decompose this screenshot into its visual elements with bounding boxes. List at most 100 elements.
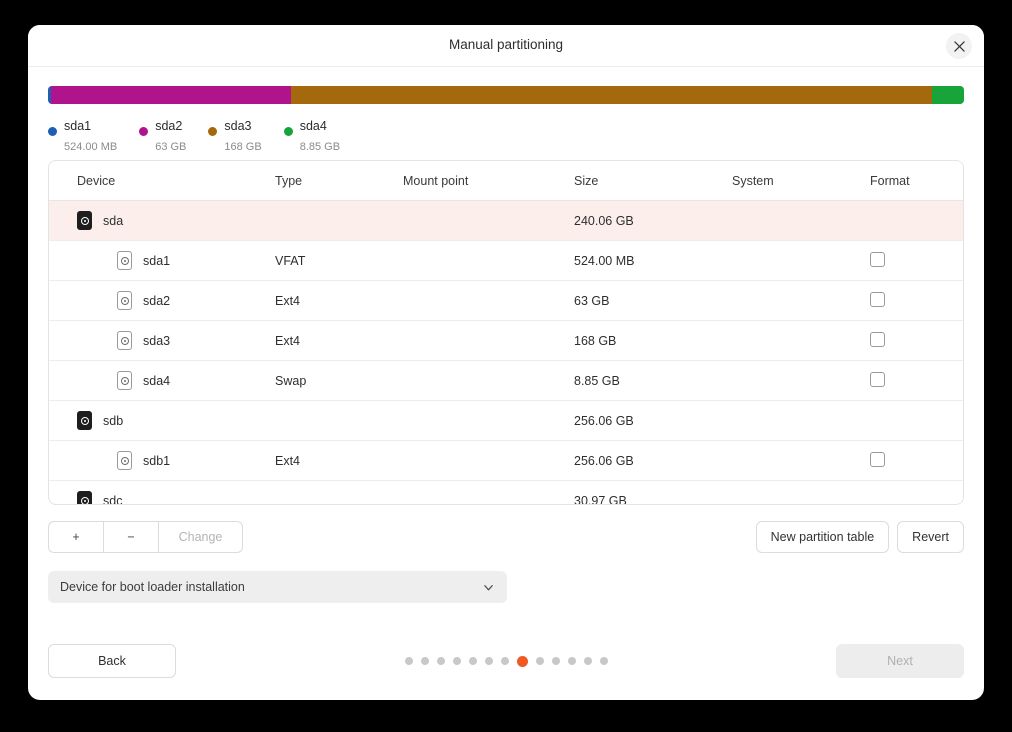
device-name: sda3: [143, 333, 171, 348]
table-row[interactable]: sda 240.06 GB: [49, 200, 963, 241]
format-checkbox[interactable]: [870, 251, 885, 267]
partition-edit-button-group: + − Change: [48, 521, 243, 553]
cell-size: 30.97 GB: [574, 480, 732, 504]
cell-system: [732, 240, 870, 281]
column-header-system: System: [732, 161, 870, 201]
table-row[interactable]: sdb 256.06 GB: [49, 400, 963, 441]
dialog-body: sda1 524.00 MB sda2 63 GB sda3 168 GB sda4 8.85…: [28, 67, 984, 622]
legend-text: sda1 524.00 MB: [64, 116, 117, 156]
device-cell-content: sdb1: [77, 451, 275, 470]
disk-partition-icon: [117, 251, 132, 270]
table-row[interactable]: sda2 Ext4 63 GB: [49, 280, 963, 321]
legend-dot-sda4: [283, 127, 293, 136]
revert-button[interactable]: Revert: [897, 521, 964, 553]
close-button[interactable]: [946, 33, 972, 59]
disk-partition-icon: [117, 331, 132, 350]
device-name: sda4: [143, 373, 171, 388]
next-button[interactable]: Next: [836, 644, 964, 678]
disk-partition-icon: [117, 371, 132, 390]
new-partition-table-button[interactable]: New partition table: [755, 521, 890, 553]
legend-item-sda3: sda3 168 GB: [208, 116, 262, 153]
cell-type: Ext4: [275, 440, 403, 481]
cell-mount-point: [403, 280, 574, 321]
cell-mount-point: [403, 400, 574, 441]
device-cell-content: sdc: [77, 491, 275, 504]
cell-format: [870, 240, 963, 281]
partition-table-frame[interactable]: Device Type Mount point Size System Form…: [48, 160, 964, 505]
cell-system: [732, 320, 870, 361]
bootloader-device-select[interactable]: Device for boot loader installation: [48, 571, 507, 603]
page-dot: [500, 657, 509, 665]
partition-table-head: Device Type Mount point Size System Form…: [49, 161, 963, 201]
device-name: sdb1: [143, 453, 171, 468]
page-dot: [420, 657, 429, 665]
legend-dot-sda2: [139, 127, 149, 136]
page-dot: [599, 657, 608, 665]
cell-mount-point: [403, 440, 574, 481]
disk-drive-icon: [77, 411, 92, 430]
screen: Manual partitioning sda1 524.00 MB sda2 63 …: [0, 0, 1012, 732]
table-row[interactable]: sda4 Swap 8.85 GB: [49, 360, 963, 401]
cell-size: 524.00 MB: [574, 240, 732, 281]
dialog-title: Manual partitioning: [448, 37, 564, 52]
dialog-footer: Back Next: [28, 622, 984, 700]
format-checkbox[interactable]: [870, 331, 885, 347]
format-checkbox[interactable]: [870, 371, 885, 387]
cell-mount-point: [403, 360, 574, 401]
cell-type: Ext4: [275, 320, 403, 361]
column-header-size: Size: [574, 161, 732, 201]
cell-mount-point: [403, 480, 574, 504]
back-button[interactable]: Back: [48, 644, 176, 678]
table-row[interactable]: sdc 30.97 GB: [49, 480, 963, 504]
disk-drive-icon: [77, 211, 92, 230]
page-dot: [484, 657, 493, 665]
legend-size: 8.85 GB: [299, 141, 341, 153]
format-checkbox[interactable]: [870, 451, 885, 467]
device-cell-content: sda3: [77, 331, 275, 350]
table-header-row: Device Type Mount point Size System Form…: [49, 161, 963, 201]
cell-system: [732, 440, 870, 481]
partition-bar-segment-sda2: [51, 86, 292, 104]
legend-text: sda3 168 GB: [224, 116, 261, 156]
page-dot: [452, 657, 461, 665]
close-icon: [953, 40, 965, 52]
cell-format: [870, 360, 963, 401]
create-partition-button[interactable]: +: [48, 521, 103, 553]
dialog-titlebar: Manual partitioning: [28, 25, 984, 67]
table-row[interactable]: sda1 VFAT 524.00 MB: [49, 240, 963, 281]
legend-text: sda4 8.85 GB: [300, 116, 340, 156]
table-row[interactable]: sdb1 Ext4 256.06 GB: [49, 440, 963, 481]
delete-partition-button[interactable]: −: [103, 521, 158, 553]
partition-usage-bar: [48, 86, 964, 104]
legend-item-sda1: sda1 524.00 MB: [48, 116, 117, 153]
change-partition-button[interactable]: Change: [158, 521, 243, 553]
cell-mount-point: [403, 240, 574, 281]
legend-item-sda4: sda4 8.85 GB: [283, 116, 340, 153]
cell-device: sda3: [49, 320, 275, 361]
table-level-actions: New partition table Revert: [755, 521, 964, 553]
column-header-format: Format: [870, 161, 963, 201]
cell-system: [732, 200, 870, 241]
legend-dot-sda1: [48, 127, 57, 136]
format-checkbox[interactable]: [870, 291, 885, 307]
cell-size: 8.85 GB: [574, 360, 732, 401]
cell-size: 240.06 GB: [574, 200, 732, 241]
legend-name: sda1: [64, 119, 92, 133]
cell-type: VFAT: [275, 240, 403, 281]
cell-format: [870, 200, 963, 241]
partition-bar-segment-sda3: [291, 86, 932, 104]
table-row[interactable]: sda3 Ext4 168 GB: [49, 320, 963, 361]
cell-format: [870, 320, 963, 361]
cell-format: [870, 400, 963, 441]
cell-type: [275, 200, 403, 241]
device-name: sda2: [143, 293, 171, 308]
partition-legend: sda1 524.00 MB sda2 63 GB sda3 168 GB sda4 8.85…: [48, 116, 964, 153]
page-dot: [551, 657, 560, 665]
legend-name: sda4: [299, 119, 327, 133]
cell-system: [732, 480, 870, 504]
column-header-device: Device: [49, 161, 275, 201]
cell-format: [870, 440, 963, 481]
cell-device: sda: [49, 200, 275, 241]
cell-mount-point: [403, 320, 574, 361]
cell-size: 63 GB: [574, 280, 732, 321]
